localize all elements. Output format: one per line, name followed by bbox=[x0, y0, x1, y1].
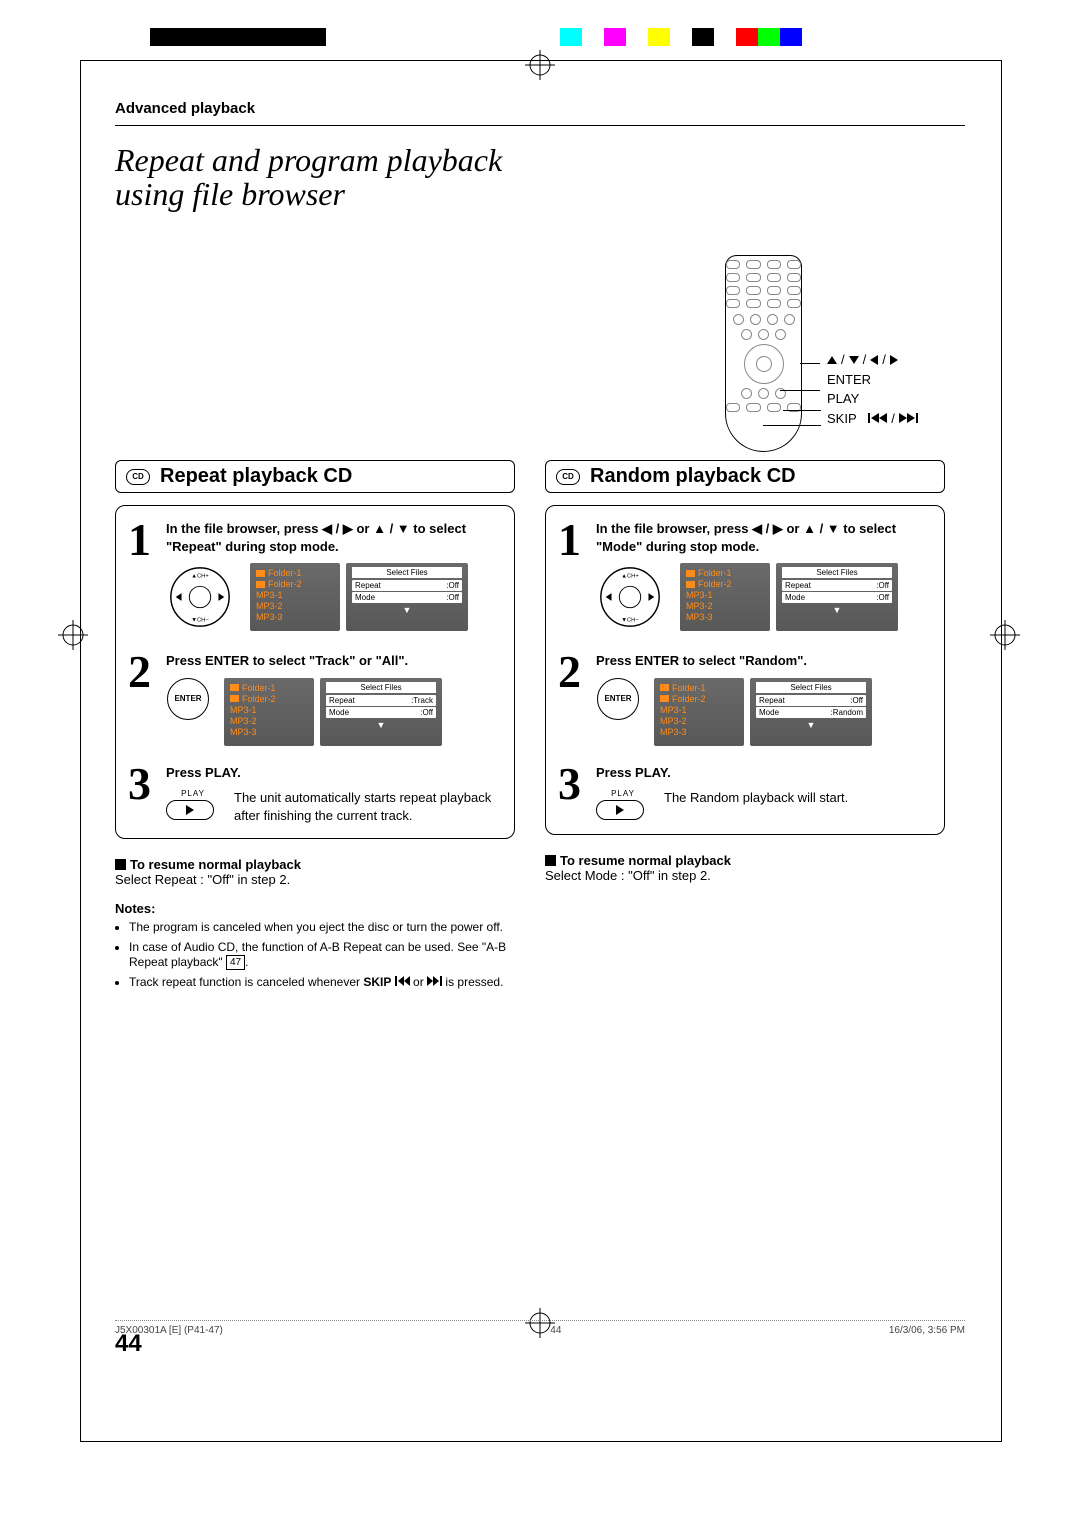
left-arrow-icon bbox=[870, 355, 878, 365]
file-browser-screenshot: Folder-1 Folder-2 MP3-1 MP3-2 MP3-3 Sele… bbox=[680, 563, 898, 631]
dpad-button-illustration: ▲CH+ ▼CH− bbox=[596, 563, 666, 634]
step-number: 3 bbox=[558, 764, 596, 821]
print-color-bar bbox=[150, 28, 326, 46]
callout-line bbox=[800, 363, 820, 364]
file-browser-screenshot: Folder-1 Folder-2 MP3-1 MP3-2 MP3-3 Sele… bbox=[654, 678, 872, 746]
remote-callouts: /// ENTER PLAY SKIP / bbox=[827, 350, 918, 428]
resume-text: Select Mode : "Off" in step 2. bbox=[545, 868, 711, 883]
play-icon bbox=[616, 805, 624, 815]
step-number: 3 bbox=[128, 764, 166, 825]
repeat-playback-column: CD Repeat playback CD 1 In the file brow… bbox=[115, 460, 515, 995]
up-arrow-icon bbox=[827, 356, 837, 364]
callout-line bbox=[783, 410, 821, 411]
step-number: 2 bbox=[558, 652, 596, 746]
footer-left: J5X00301A [E] (P41-47) bbox=[115, 1325, 223, 1336]
step-number: 1 bbox=[128, 520, 166, 634]
skip-next-icon bbox=[427, 976, 442, 986]
resume-title: To resume normal playback bbox=[560, 853, 731, 868]
page-title: Repeat and program playback using file b… bbox=[115, 144, 565, 211]
print-color-bar bbox=[560, 28, 802, 46]
header-rule bbox=[115, 125, 965, 126]
repeat-heading: CD Repeat playback CD bbox=[115, 460, 515, 493]
skip-next-icon bbox=[899, 413, 918, 423]
skip-label: SKIP bbox=[827, 409, 857, 429]
repeat-steps-box: 1 In the file browser, press ◀ / ▶ or ▲ … bbox=[115, 505, 515, 839]
step-text: In the file browser, press ◀ / ▶ or ▲ / … bbox=[596, 520, 932, 555]
step-number: 1 bbox=[558, 520, 596, 634]
file-browser-screenshot: Folder-1 Folder-2 MP3-1 MP3-2 MP3-3 Sele… bbox=[224, 678, 442, 746]
step-description: The Random playback will start. bbox=[664, 789, 848, 807]
random-steps-box: 1 In the file browser, press ◀ / ▶ or ▲ … bbox=[545, 505, 945, 835]
notes-list: The program is canceled when you eject t… bbox=[115, 920, 515, 990]
random-heading: CD Random playback CD bbox=[545, 460, 945, 493]
remote-illustration bbox=[725, 255, 802, 452]
enter-button-illustration: ENTER bbox=[166, 678, 210, 720]
play-button-illustration: PLAY bbox=[166, 789, 220, 820]
step-text: Press ENTER to select "Random". bbox=[596, 652, 932, 670]
cd-icon: CD bbox=[556, 469, 580, 485]
square-bullet-icon bbox=[115, 859, 126, 870]
footer-center: 44 bbox=[550, 1325, 561, 1336]
svg-text:▼CH−: ▼CH− bbox=[621, 617, 639, 623]
step-text: Press PLAY. bbox=[166, 764, 502, 782]
svg-text:▲CH+: ▲CH+ bbox=[621, 574, 639, 580]
section-header: Advanced playback bbox=[115, 100, 965, 117]
svg-text:▲CH+: ▲CH+ bbox=[191, 574, 209, 580]
remote-dpad-icon bbox=[744, 344, 784, 384]
square-bullet-icon bbox=[545, 855, 556, 866]
file-browser-screenshot: Folder-1 Folder-2 MP3-1 MP3-2 MP3-3 Sele… bbox=[250, 563, 468, 631]
random-playback-column: CD Random playback CD 1 In the file brow… bbox=[545, 460, 945, 995]
callout-line bbox=[780, 390, 820, 391]
resume-text: Select Repeat : "Off" in step 2. bbox=[115, 872, 290, 887]
step-description: The unit automatically starts repeat pla… bbox=[234, 789, 502, 824]
dpad-button-illustration: ▲CH+ ▼CH− bbox=[166, 563, 236, 634]
resume-title: To resume normal playback bbox=[130, 857, 301, 872]
enter-button-illustration: ENTER bbox=[596, 678, 640, 720]
callout-line bbox=[763, 425, 821, 426]
skip-prev-icon bbox=[395, 976, 410, 986]
step-text: In the file browser, press ◀ / ▶ or ▲ / … bbox=[166, 520, 502, 555]
notes-heading: Notes: bbox=[115, 901, 515, 916]
step-text: Press PLAY. bbox=[596, 764, 932, 782]
play-label: PLAY bbox=[827, 389, 918, 409]
skip-prev-icon bbox=[868, 413, 887, 423]
play-button-illustration: PLAY bbox=[596, 789, 650, 820]
down-arrow-icon bbox=[849, 356, 859, 364]
print-footer: J5X00301A [E] (P41-47) 44 16/3/06, 3:56 … bbox=[115, 1320, 965, 1336]
right-arrow-icon bbox=[890, 355, 898, 365]
step-number: 2 bbox=[128, 652, 166, 746]
cd-icon: CD bbox=[126, 469, 150, 485]
footer-right: 16/3/06, 3:56 PM bbox=[889, 1325, 965, 1336]
svg-text:▼CH−: ▼CH− bbox=[191, 617, 209, 623]
step-text: Press ENTER to select "Track" or "All". bbox=[166, 652, 502, 670]
page-reference: 47 bbox=[226, 955, 245, 970]
play-icon bbox=[186, 805, 194, 815]
enter-label: ENTER bbox=[827, 370, 918, 390]
